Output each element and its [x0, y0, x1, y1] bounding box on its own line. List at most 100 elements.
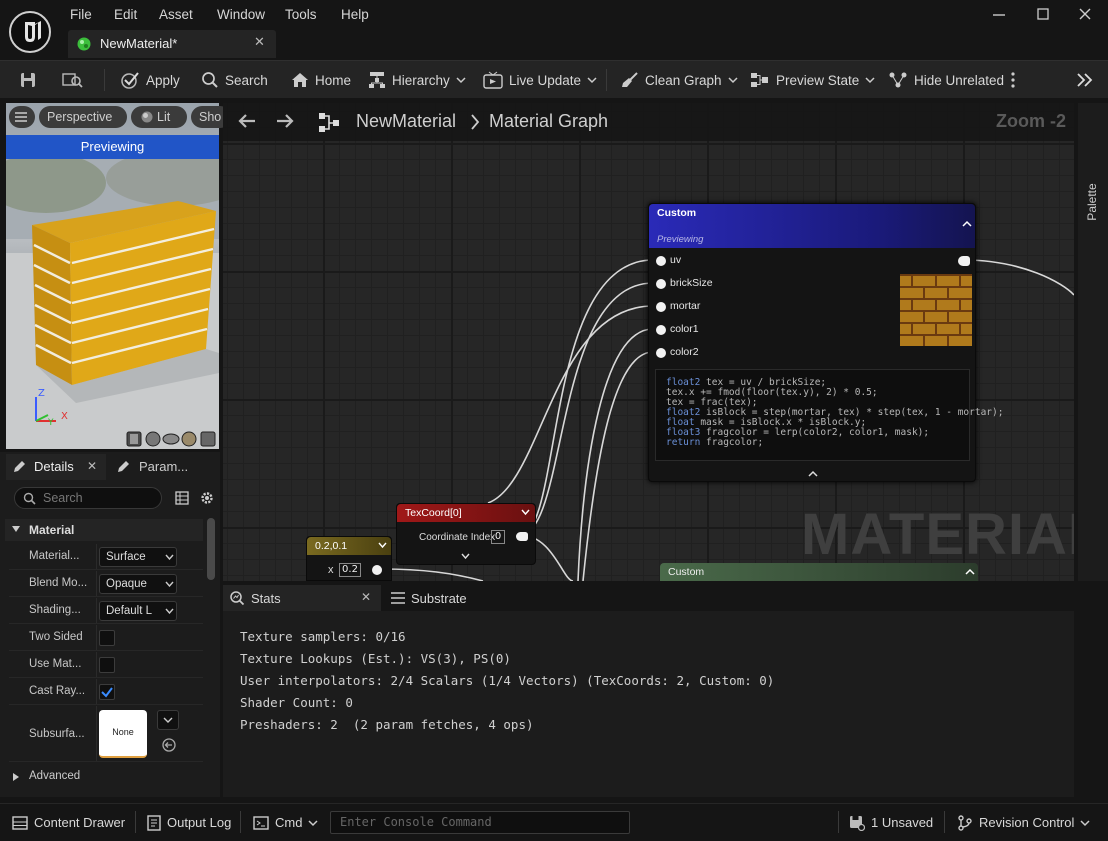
menu-window[interactable]: Window [217, 7, 265, 22]
dropdown-value: Opaque [106, 578, 147, 590]
apply-button[interactable]: Apply [120, 61, 180, 99]
output-log-label: Output Log [167, 815, 232, 830]
unreal-logo-icon[interactable] [9, 11, 51, 53]
content-drawer-button[interactable]: Content Drawer [12, 804, 125, 841]
details-search-input[interactable]: Search [14, 487, 162, 509]
section-advanced-label: Advanced [29, 770, 81, 782]
save-button[interactable] [20, 61, 36, 99]
section-advanced-header[interactable]: Advanced [5, 766, 203, 788]
graph-hierarchy-icon[interactable] [318, 111, 340, 133]
gear-icon[interactable] [199, 490, 215, 506]
collapse-node-icon[interactable] [965, 568, 975, 576]
stat-line: User interpolators: 2/4 Scalars (1/4 Vec… [240, 673, 775, 688]
menu-help[interactable]: Help [341, 7, 369, 22]
hierarchy-button[interactable]: Hierarchy [368, 61, 466, 99]
two-sided-checkbox[interactable] [99, 630, 115, 646]
subsurface-profile-dropdown[interactable] [157, 710, 179, 730]
menu-tools[interactable]: Tools [285, 7, 317, 22]
home-button[interactable]: Home [291, 61, 351, 99]
forward-arrow-icon[interactable] [275, 113, 295, 129]
menu-edit[interactable]: Edit [114, 7, 137, 22]
stat-line: Preshaders: 2 (2 param fetches, 4 ops) [240, 717, 534, 732]
custom-node[interactable]: Custom Previewing uv brickSize mortar co… [648, 203, 1003, 482]
preview-mesh-selector[interactable] [126, 431, 218, 447]
hlsl-code-block[interactable]: float2 tex = uv / brickSize; tex.x += fmo… [655, 369, 1003, 461]
close-tab-icon[interactable]: ✕ [254, 35, 265, 50]
texcoord-node-header[interactable]: TexCoord[0] [397, 504, 535, 522]
back-arrow-icon[interactable] [237, 113, 257, 129]
constant-output-pin[interactable] [372, 565, 382, 575]
table-view-icon[interactable] [175, 491, 189, 505]
cmd-dropdown[interactable]: Cmd [253, 804, 318, 841]
texcoord-node[interactable]: TexCoord[0] Coordinate Index 0 [396, 503, 536, 565]
custom-node-2-header[interactable]: Custom [660, 563, 978, 581]
close-details-icon[interactable]: ✕ [87, 459, 97, 473]
clean-graph-button[interactable]: Clean Graph [621, 61, 738, 99]
section-material-header[interactable]: Material [5, 519, 203, 541]
chevron-down-icon[interactable] [521, 509, 530, 516]
input-pin-color2[interactable] [656, 348, 666, 358]
constant-vector-node[interactable]: 0.2,0.1 x 0.2 [306, 536, 392, 581]
preview-state-button[interactable]: Preview State [750, 61, 875, 99]
collapse-node-icon[interactable] [962, 220, 972, 228]
revision-control-icon [957, 814, 973, 831]
close-stats-icon[interactable]: ✕ [361, 590, 371, 604]
property-row-material-domain: Material... Surface [9, 544, 203, 570]
lit-button[interactable]: Lit [131, 106, 187, 128]
property-label: Two Sided [29, 631, 83, 643]
unsaved-button[interactable]: 1 Unsaved [849, 804, 933, 841]
stat-line: Texture samplers: 0/16 [240, 629, 406, 644]
constant-node-header[interactable]: 0.2,0.1 [307, 537, 391, 555]
hide-unrelated-button[interactable]: Hide Unrelated [888, 61, 1004, 99]
search-button[interactable]: Search [201, 61, 268, 99]
hierarchy-label: Hierarchy [392, 72, 450, 88]
breadcrumb-root[interactable]: NewMaterial [356, 111, 456, 132]
revision-control-button[interactable]: Revision Control [957, 804, 1090, 841]
collapse-code-icon[interactable] [808, 470, 818, 478]
console-command-input[interactable]: Enter Console Command [330, 811, 630, 834]
tab-parameters[interactable]: Param... [108, 454, 208, 480]
details-scrollbar[interactable] [207, 518, 215, 580]
output-log-button[interactable]: Output Log [147, 804, 231, 841]
unsaved-label: 1 Unsaved [871, 815, 934, 830]
tab-stats[interactable]: Stats ✕ [223, 585, 381, 611]
terminal-icon [253, 815, 269, 830]
palette-panel: Palette [1078, 103, 1108, 581]
chevron-down-icon [865, 76, 875, 84]
viewport-menu-button[interactable] [9, 106, 35, 128]
minimize-icon[interactable] [992, 6, 1006, 22]
axis-x-label: X [61, 411, 68, 422]
menu-file[interactable]: File [70, 7, 92, 22]
stats-icon [229, 590, 245, 606]
browse-to-asset-icon[interactable] [162, 738, 176, 752]
expand-node-icon[interactable] [461, 553, 470, 560]
chevron-down-icon[interactable] [378, 542, 387, 549]
constant-x-input[interactable]: 0.2 [339, 563, 361, 577]
subsurface-profile-thumbnail[interactable]: None [99, 710, 147, 758]
expand-toolbar-icon[interactable] [1076, 61, 1094, 99]
menu-asset[interactable]: Asset [159, 7, 193, 22]
document-tab[interactable]: NewMaterial* ✕ [68, 30, 276, 58]
tab-details[interactable]: Details ✕ [6, 454, 106, 480]
thumbnail-label: None [112, 727, 134, 737]
output-pin[interactable] [958, 256, 970, 266]
input-pin-uv[interactable] [656, 256, 666, 266]
input-pin-bricksize[interactable] [656, 279, 666, 289]
more-options-icon[interactable] [1010, 61, 1016, 99]
perspective-button[interactable]: Perspective [39, 106, 127, 128]
live-update-button[interactable]: Live Update [483, 61, 597, 99]
custom-node-header[interactable]: Custom Previewing [649, 204, 975, 248]
palette-tab[interactable]: Palette [1082, 163, 1102, 243]
use-material-attributes-checkbox[interactable] [99, 657, 115, 673]
browse-button[interactable] [62, 61, 84, 99]
close-window-icon[interactable] [1078, 6, 1092, 22]
maximize-icon[interactable] [1036, 6, 1050, 22]
coordinate-index-input[interactable]: 0 [491, 530, 505, 544]
cast-ray-traced-shadows-checkbox[interactable] [99, 684, 115, 700]
content-drawer-icon [12, 815, 28, 830]
tab-substrate[interactable]: Substrate [391, 585, 467, 611]
input-pin-mortar[interactable] [656, 302, 666, 312]
input-pin-color1[interactable] [656, 325, 666, 335]
breadcrumb-current[interactable]: Material Graph [489, 111, 608, 132]
texcoord-output-pin[interactable] [516, 532, 528, 541]
